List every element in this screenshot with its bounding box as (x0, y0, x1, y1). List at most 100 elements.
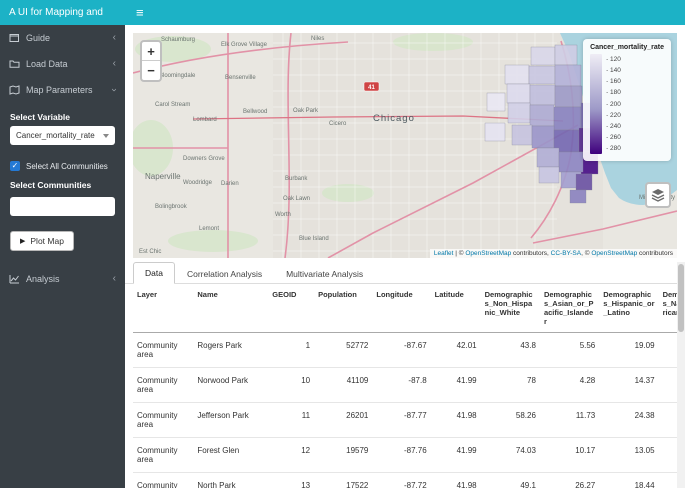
chevron-left-icon: ‹ (113, 61, 116, 67)
chevron-down-icon: ‹ (111, 88, 117, 91)
legend-tick: 200 (606, 99, 621, 110)
tab-multivariate-analysis[interactable]: Multivariate Analysis (274, 263, 375, 284)
attribution-text: contributors, (511, 250, 550, 257)
select-communities-label: Select Communities (10, 180, 115, 190)
zoom-out-button[interactable]: − (142, 61, 160, 80)
zoom-in-button[interactable]: + (142, 42, 160, 61)
legend-tick: 220 (606, 110, 621, 121)
sidebar-toggle-icon[interactable]: ≡ (125, 0, 155, 25)
sidebar-item-map-parameters[interactable]: Map Parameters ‹ (0, 77, 125, 103)
attribution-link[interactable]: OpenStreetMap (465, 250, 511, 257)
column-header[interactable]: Latitude (431, 284, 481, 333)
communities-input[interactable] (10, 197, 115, 216)
scrollbar-thumb[interactable] (678, 264, 684, 332)
map-legend: Cancer_mortality_rate 120140160180200220… (583, 39, 671, 161)
attribution-text: | © (453, 250, 465, 257)
column-header[interactable]: Demographics_Hispanic_or_Latino (599, 284, 658, 333)
select-variable-label: Select Variable (10, 112, 115, 122)
table-cell: 19579 (314, 438, 372, 473)
table-cell: -87.72 (372, 473, 430, 488)
attribution-link[interactable]: Leaflet (434, 250, 454, 257)
checkbox-checked-icon (10, 161, 20, 171)
table-cell: 41.99 (431, 438, 481, 473)
map-parameters-panel: Select Variable Cancer_mortality_rate Se… (0, 112, 125, 266)
map-town-label: Schaumburg (161, 37, 195, 43)
table-cell: Community area (133, 333, 193, 368)
table-cell: Forest Glen (193, 438, 268, 473)
table-cell: Norwood Park (193, 368, 268, 403)
table-cell: 1 (268, 333, 314, 368)
sidebar-item-label: Guide (26, 33, 107, 43)
attribution-link[interactable]: CC-BY-SA (551, 250, 581, 257)
chevron-left-icon: ‹ (113, 35, 116, 41)
table-cell: 12 (268, 438, 314, 473)
column-header[interactable]: Longitude (372, 284, 430, 333)
column-header[interactable]: Demographics_Asian_or_Pacific_Islander (540, 284, 599, 333)
table-cell: 78 (481, 368, 540, 403)
table-cell: 41.98 (431, 473, 481, 488)
vertical-scrollbar[interactable] (677, 262, 685, 488)
column-header[interactable]: Demographics_Non_Hispanic_White (481, 284, 540, 333)
table-cell: 0.0 (659, 403, 677, 438)
sidebar-item-guide[interactable]: Guide ‹ (0, 25, 125, 51)
tab-data[interactable]: Data (133, 262, 175, 284)
folder-icon (9, 59, 20, 69)
leaflet-map[interactable]: 41 SchaumburgElk Grove VillageNilesBloom… (133, 33, 677, 258)
table-row[interactable]: Community areaNorth Park1317522-87.7241.… (133, 473, 677, 488)
table-cell: 11 (268, 403, 314, 438)
map-town-label: Blue Island (299, 236, 329, 242)
map-town-label: Bensenville (225, 75, 256, 81)
map-town-label: Burbank (285, 176, 308, 182)
table-row[interactable]: Community areaJefferson Park1126201-87.7… (133, 403, 677, 438)
attribution-link[interactable]: OpenStreetMap (591, 250, 637, 257)
sidebar-item-label: Analysis (26, 274, 107, 284)
sidebar-item-label: Load Data (26, 59, 107, 69)
map-town-label: Lombard (193, 117, 217, 123)
map-town-label: Oak Park (293, 108, 319, 114)
book-icon (9, 33, 20, 43)
table-cell: North Park (193, 473, 268, 488)
plot-map-button-label: Plot Map (30, 236, 64, 246)
table-cell: 17522 (314, 473, 372, 488)
table-cell: 24.38 (599, 403, 658, 438)
table-header-row: LayerNameGEOIDPopulationLongitudeLatitud… (133, 284, 677, 333)
top-navbar: A UI for Mapping and ≡ (0, 0, 685, 25)
legend-tick: 280 (606, 143, 621, 154)
sidebar-item-load-data[interactable]: Load Data ‹ (0, 51, 125, 77)
table-row[interactable]: Community areaForest Glen1219579-87.7641… (133, 438, 677, 473)
attribution-text: , © (581, 250, 591, 257)
table-cell: 42.01 (431, 333, 481, 368)
table-cell: 19.09 (599, 333, 658, 368)
table-cell: Community area (133, 368, 193, 403)
table-cell: 41109 (314, 368, 372, 403)
column-header[interactable]: Population (314, 284, 372, 333)
table-cell: 49.1 (481, 473, 540, 488)
table-cell: Community area (133, 473, 193, 488)
select-all-communities-checkbox[interactable]: Select All Communities (10, 161, 115, 171)
variable-select[interactable]: Cancer_mortality_rate (10, 126, 115, 145)
table-cell: -87.8 (372, 368, 430, 403)
plot-map-button[interactable]: ▶ Plot Map (10, 231, 74, 251)
column-header[interactable]: Name (193, 284, 268, 333)
column-header[interactable]: Layer (133, 284, 193, 333)
table-cell: -87.77 (372, 403, 430, 438)
legend-tick: 160 (606, 76, 621, 87)
legend-tick: 140 (606, 65, 621, 76)
column-header[interactable]: Demographics_Native_American (659, 284, 677, 333)
layers-control-button[interactable] (645, 182, 671, 208)
table-cell: Rogers Park (193, 333, 268, 368)
table-row[interactable]: Community areaRogers Park152772-87.6742.… (133, 333, 677, 368)
legend-gradient-bar (590, 54, 602, 154)
tab-correlation-analysis[interactable]: Correlation Analysis (175, 263, 274, 284)
table-cell: 41.99 (431, 368, 481, 403)
sidebar-item-analysis[interactable]: Analysis ‹ (0, 266, 125, 292)
map-attribution: Leaflet | © OpenStreetMap contributors, … (430, 249, 677, 258)
column-header[interactable]: GEOID (268, 284, 314, 333)
data-table-container: LayerNameGEOIDPopulationLongitudeLatitud… (133, 284, 677, 488)
variable-select-value: Cancer_mortality_rate (16, 131, 95, 140)
map-town-label: Naperville (145, 172, 181, 181)
app-window: A UI for Mapping and ≡ Guide ‹ Load Data… (0, 0, 685, 488)
table-cell: 0.0 (659, 438, 677, 473)
table-row[interactable]: Community areaNorwood Park1041109-87.841… (133, 368, 677, 403)
map-town-label: Oak Lawn (283, 196, 310, 202)
